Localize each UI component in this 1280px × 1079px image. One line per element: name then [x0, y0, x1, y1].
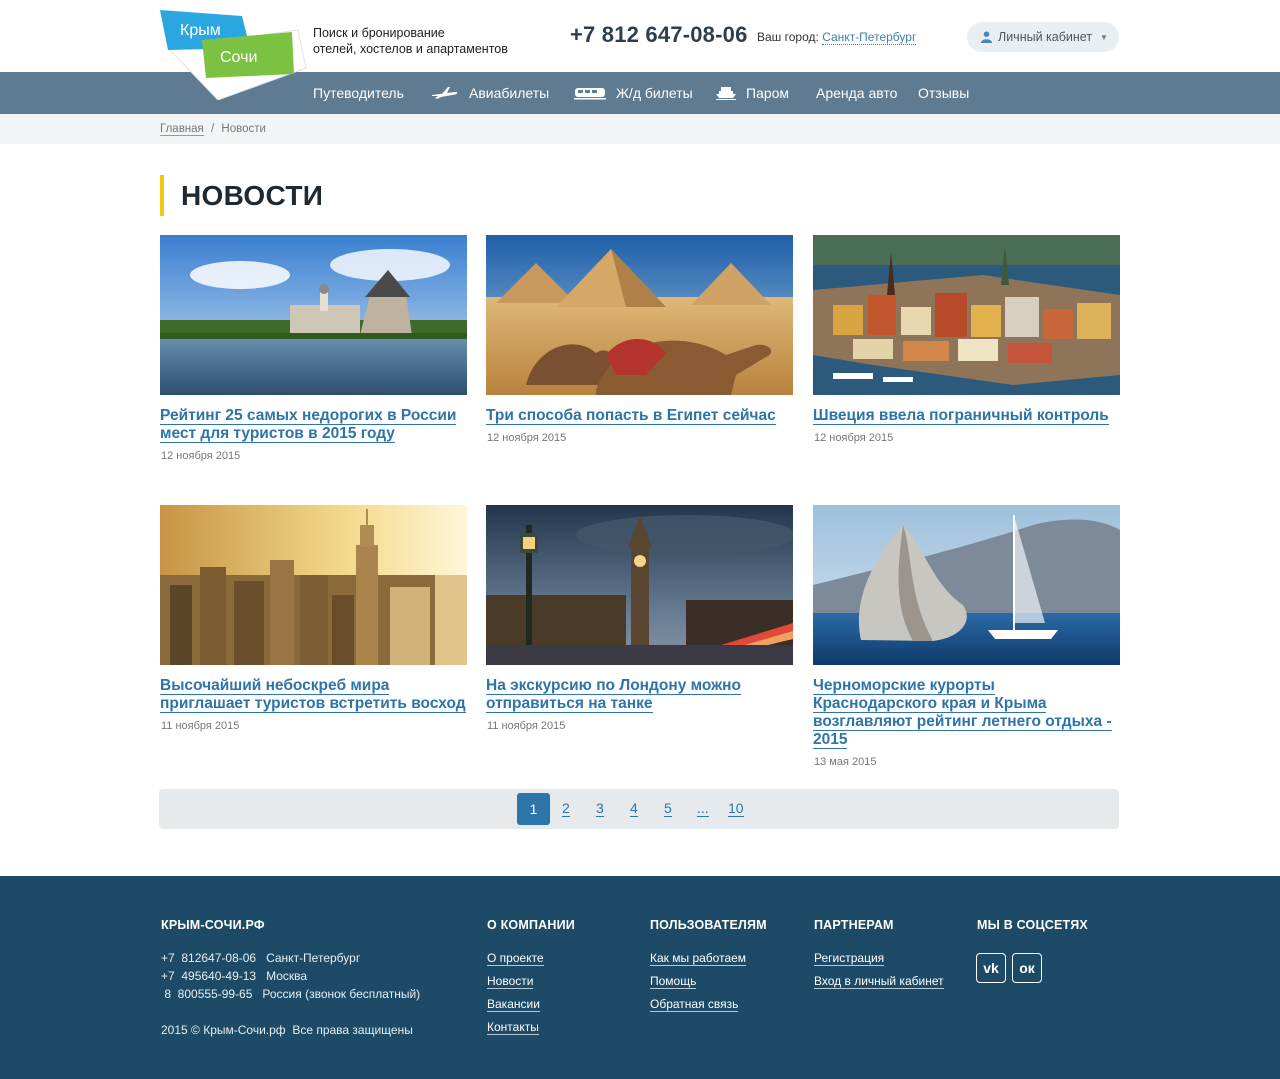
nav-item-ferry[interactable]: Паром — [716, 72, 789, 114]
nav-item-label: Путеводитель — [313, 85, 404, 101]
breadcrumb-separator: / — [210, 123, 215, 135]
header-phone[interactable]: +7 812 647-08-06 — [570, 22, 748, 48]
page-link-2[interactable]: 2 — [562, 793, 570, 825]
chevron-down-icon: ▼ — [1100, 32, 1108, 42]
news-title-link[interactable]: Швеция ввела пограничный контроль — [813, 407, 1120, 425]
footer-phone-free: 8 800555-99-65 Россия (звонок бесплатный… — [161, 987, 421, 1001]
tagline-line-2: отелей, хостелов и апартаментов — [313, 42, 508, 56]
footer-users-title: ПОЛЬЗОВАТЕЛЯМ — [650, 918, 767, 932]
news-card: Три способа попасть в Египет сейчас 12 н… — [486, 235, 793, 444]
city-link[interactable]: Санкт-Петербург — [822, 30, 917, 45]
news-card: На экскурсию по Лондону можно отправитьс… — [486, 505, 793, 732]
tagline-line-1: Поиск и бронирование — [313, 26, 445, 40]
footer-copyright: 2015 © Крым-Сочи.рф Все права защищены — [161, 1023, 413, 1037]
logo-text-crimea: Крым — [180, 22, 221, 39]
site-footer: КРЫМ-СОЧИ.РФ +7 812647-08-06 Санкт-Петер… — [0, 876, 1280, 1079]
footer-phone-spb: +7 812647-08-06 Санкт-Петербург — [161, 951, 361, 965]
news-date: 11 ноября 2015 — [161, 720, 240, 732]
news-image-stockholm[interactable] — [813, 235, 1120, 395]
account-label: Личный кабинет — [998, 30, 1093, 44]
train-icon — [574, 88, 606, 100]
site-header: Крым Сочи Поиск и бронирование отелей, х… — [0, 0, 1280, 100]
footer-link-contacts[interactable]: Контакты — [487, 1020, 539, 1035]
news-date: 11 ноября 2015 — [487, 720, 566, 732]
nav-item-guide[interactable]: Путеводитель — [313, 72, 404, 114]
news-image-london-big-ben[interactable] — [486, 505, 793, 665]
city-selector: Ваш город: Санкт-Петербург — [757, 30, 917, 45]
footer-link-help[interactable]: Помощь — [650, 974, 697, 989]
breadcrumb-home-link[interactable]: Главная — [160, 123, 204, 136]
news-card: Высочайший небоскреб мира приглашает тур… — [160, 505, 467, 732]
footer-partners-title: ПАРТНЕРАМ — [814, 918, 894, 932]
nav-item-car-rental[interactable]: Аренда авто — [816, 72, 897, 114]
page-title: НОВОСТИ — [160, 175, 323, 216]
footer-link-news[interactable]: Новости — [487, 974, 534, 989]
odnoklassniki-icon[interactable]: ок — [1012, 953, 1042, 983]
city-label: Ваш город: — [757, 30, 819, 44]
site-tagline: Поиск и бронирование отелей, хостелов и … — [313, 25, 513, 57]
footer-link-vacancies[interactable]: Вакансии — [487, 997, 540, 1012]
nav-item-label: Паром — [746, 85, 790, 101]
footer-link-about[interactable]: О проекте — [487, 951, 544, 966]
news-title-link[interactable]: Черноморские курорты Краснодарского края… — [813, 677, 1120, 749]
nav-item-label: Ж/д билеты — [616, 85, 693, 101]
news-title-link[interactable]: На экскурсию по Лондону можно отправитьс… — [486, 677, 793, 713]
breadcrumb-current: Новости — [221, 123, 266, 135]
account-button[interactable]: Личный кабинет ▼ — [967, 22, 1119, 52]
footer-about-title: О КОМПАНИИ — [487, 918, 575, 932]
nav-item-flights[interactable]: Авиабилеты — [431, 72, 549, 114]
page-link-10[interactable]: 10 — [728, 793, 744, 825]
news-title-link[interactable]: Три способа попасть в Египет сейчас — [486, 407, 793, 425]
news-date: 12 ноября 2015 — [814, 432, 894, 444]
pagination: 1 2 3 4 5 ... 10 — [159, 789, 1119, 829]
news-date: 12 ноября 2015 — [487, 432, 567, 444]
nav-item-trains[interactable]: Ж/д билеты — [574, 72, 693, 114]
page-link-4[interactable]: 4 — [630, 793, 638, 825]
footer-link-login[interactable]: Вход в личный кабинет — [814, 974, 944, 989]
page-link-5[interactable]: 5 — [664, 793, 672, 825]
footer-link-register[interactable]: Регистрация — [814, 951, 885, 966]
page-link-1[interactable]: 1 — [517, 793, 550, 825]
news-card: Черноморские курорты Краснодарского края… — [813, 505, 1120, 768]
news-date: 13 мая 2015 — [814, 756, 877, 768]
news-image-pskov-kremlin[interactable] — [160, 235, 467, 395]
footer-phone-msk: +7 495640-49-13 Москва — [161, 969, 308, 983]
nav-item-label: Аренда авто — [816, 85, 898, 101]
ferry-icon — [716, 87, 736, 100]
footer-link-how-we-work[interactable]: Как мы работаем — [650, 951, 747, 966]
site-logo[interactable]: Крым Сочи — [158, 8, 308, 100]
nav-item-label: Отзывы — [918, 85, 970, 101]
nav-item-label: Авиабилеты — [469, 85, 550, 101]
news-image-skyscraper-sunrise[interactable] — [160, 505, 467, 665]
breadcrumb: Главная / Новости — [0, 114, 1280, 144]
footer-link-feedback[interactable]: Обратная связь — [650, 997, 739, 1012]
footer-brand: КРЫМ-СОЧИ.РФ — [161, 918, 265, 932]
user-icon — [981, 31, 992, 43]
vk-icon[interactable]: vk — [976, 953, 1006, 983]
news-image-black-sea-rock[interactable] — [813, 505, 1120, 665]
news-card: Швеция ввела пограничный контроль 12 ноя… — [813, 235, 1120, 444]
news-title-link[interactable]: Рейтинг 25 самых недорогих в России мест… — [160, 407, 467, 443]
news-title-link[interactable]: Высочайший небоскреб мира приглашает тур… — [160, 677, 467, 713]
news-date: 12 ноября 2015 — [161, 450, 241, 462]
nav-item-reviews[interactable]: Отзывы — [918, 72, 969, 114]
news-card: Рейтинг 25 самых недорогих в России мест… — [160, 235, 467, 462]
logo-text-sochi: Сочи — [220, 49, 258, 66]
page-link-3[interactable]: 3 — [596, 793, 604, 825]
plane-icon — [432, 87, 458, 99]
footer-social-title: МЫ В СОЦСЕТЯХ — [977, 918, 1088, 932]
page-link-ellipsis[interactable]: ... — [697, 793, 709, 825]
news-image-egypt-pyramids[interactable] — [486, 235, 793, 395]
